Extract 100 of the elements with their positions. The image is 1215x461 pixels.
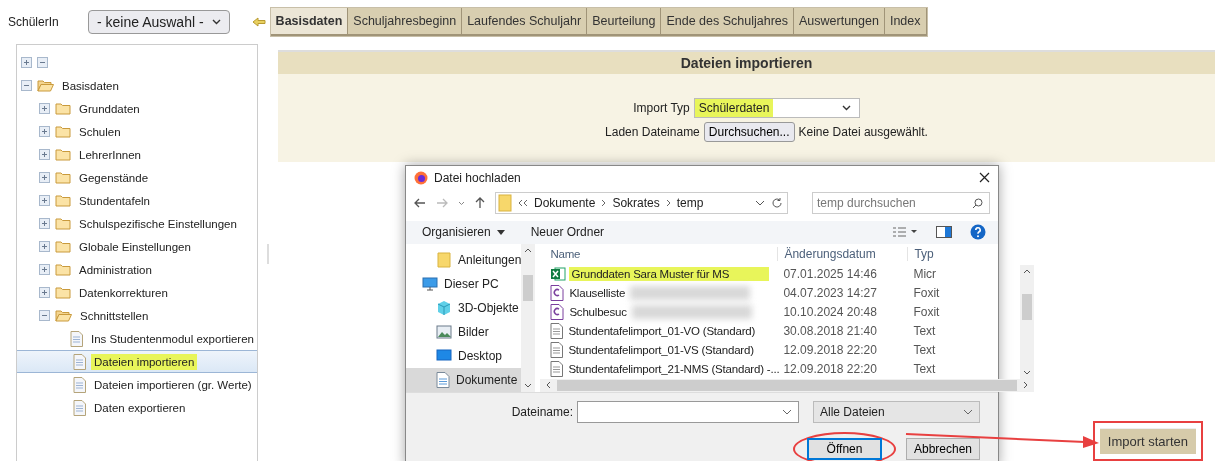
expand-icon[interactable] bbox=[39, 149, 50, 160]
column-header[interactable]: Änderungsdatum bbox=[777, 247, 908, 262]
expand-icon[interactable] bbox=[21, 57, 32, 68]
pdf-file-icon bbox=[550, 304, 565, 321]
horizontal-scrollbar[interactable] bbox=[540, 378, 1035, 392]
expand-icon[interactable] bbox=[39, 264, 50, 275]
tree-item[interactable]: Schulspezifische Einstellungen bbox=[76, 215, 240, 232]
double-chevron-icon[interactable] bbox=[518, 199, 528, 208]
help-icon[interactable] bbox=[970, 224, 986, 241]
nav-tab[interactable]: Index bbox=[884, 8, 927, 36]
column-header[interactable]: Name bbox=[540, 248, 778, 261]
path-crumb[interactable]: Sokrates bbox=[612, 196, 660, 211]
file-name[interactable]: Stundentafelimport_01-VS (Standard) bbox=[566, 343, 756, 358]
path-crumb[interactable]: Dokumente bbox=[534, 196, 596, 211]
tree-item[interactable]: Gegenstände bbox=[76, 169, 152, 186]
file-name[interactable]: Stundentafelimport_01-VO (Standard) bbox=[566, 324, 758, 339]
scroll-right-icon[interactable] bbox=[1023, 381, 1029, 390]
collapse-icon[interactable] bbox=[21, 80, 32, 91]
tree-item[interactable]: Dateien importieren bbox=[91, 353, 198, 370]
expand-icon[interactable] bbox=[39, 195, 50, 206]
filename-field[interactable] bbox=[577, 401, 799, 423]
tree-item[interactable]: Stundentafeln bbox=[76, 192, 153, 209]
import-type-select[interactable]: Schülerdaten bbox=[693, 98, 860, 118]
scrollbar[interactable] bbox=[1020, 264, 1035, 379]
tree-item[interactable]: LehrerInnen bbox=[76, 146, 145, 163]
collapse-icon[interactable] bbox=[39, 310, 50, 321]
file-name[interactable]: Klauselliste bbox=[567, 286, 628, 301]
file-name[interactable]: Grunddaten Sara Muster für MS bbox=[569, 267, 770, 282]
preview-pane-icon[interactable] bbox=[936, 226, 952, 239]
search-field[interactable]: temp durchsuchen bbox=[812, 192, 990, 215]
scroll-down-icon[interactable] bbox=[1023, 369, 1032, 375]
import-start-button[interactable]: Import starten bbox=[1099, 428, 1196, 454]
scroll-left-icon[interactable] bbox=[546, 381, 552, 390]
new-folder-button[interactable]: Neuer Ordner bbox=[530, 225, 605, 240]
nav-pane-item[interactable]: Desktop bbox=[406, 344, 522, 368]
chevron-down-icon[interactable] bbox=[782, 409, 792, 415]
organize-menu[interactable]: Organisieren bbox=[422, 225, 505, 240]
tree-item[interactable]: Globale Einstellungen bbox=[76, 238, 194, 255]
tree-item[interactable]: Administration bbox=[76, 261, 155, 278]
tree-item[interactable]: Dateien importieren (gr. Werte) bbox=[91, 376, 255, 393]
path-crumb[interactable]: temp bbox=[676, 196, 704, 211]
scroll-thumb[interactable] bbox=[1022, 293, 1033, 320]
close-icon[interactable] bbox=[979, 172, 990, 184]
tree-item[interactable]: Schnittstellen bbox=[77, 307, 152, 324]
nav-pane-item[interactable]: Dieser PC bbox=[406, 272, 522, 296]
up-arrow-icon[interactable] bbox=[475, 197, 485, 210]
nav-pane-item[interactable]: Dokumente bbox=[406, 368, 522, 392]
file-name[interactable]: Schulbesuc bbox=[567, 305, 629, 320]
cube-icon bbox=[436, 300, 452, 316]
scroll-thumb[interactable] bbox=[523, 275, 534, 301]
address-bar[interactable]: Dokumente Sokrates temp bbox=[495, 192, 788, 215]
expand-icon[interactable] bbox=[39, 218, 50, 229]
open-button[interactable]: Öffnen bbox=[807, 438, 882, 460]
chevron-down-icon bbox=[841, 105, 851, 111]
nav-tab[interactable]: Schuljahresbeginn bbox=[348, 8, 463, 36]
tree-item[interactable]: Daten exportieren bbox=[91, 399, 189, 416]
back-arrow-icon[interactable] bbox=[251, 17, 266, 27]
tree-item[interactable]: Schulen bbox=[76, 123, 124, 140]
file-name[interactable]: Stundentafelimport_21-NMS (Standard) -... bbox=[566, 362, 782, 377]
tree-item[interactable]: Grunddaten bbox=[76, 100, 143, 117]
nav-tab[interactable]: Laufendes Schuljahr bbox=[462, 8, 588, 36]
documents-icon bbox=[436, 372, 450, 388]
search-icon[interactable] bbox=[972, 197, 983, 209]
student-select[interactable]: - keine Auswahl - bbox=[88, 10, 230, 34]
collapse-icon[interactable] bbox=[37, 57, 48, 68]
tree-item[interactable]: Datenkorrekturen bbox=[76, 284, 171, 301]
nav-tab[interactable]: Ende des Schuljahres bbox=[661, 8, 794, 36]
tree-item[interactable]: Ins Studentenmodul exportieren bbox=[87, 330, 257, 347]
chevron-right-icon[interactable] bbox=[601, 199, 607, 208]
scroll-up-icon[interactable] bbox=[524, 248, 533, 253]
nav-pane-item[interactable]: Bilder bbox=[406, 320, 522, 344]
file-type-select[interactable]: Alle Dateien bbox=[813, 401, 980, 423]
nav-pane-item[interactable]: 3D-Objekte bbox=[406, 296, 522, 320]
scroll-thumb[interactable] bbox=[557, 379, 1018, 391]
nav-tab[interactable]: Beurteilung bbox=[587, 8, 662, 36]
nav-tab[interactable]: Basisdaten bbox=[270, 8, 349, 36]
expand-icon[interactable] bbox=[39, 172, 50, 183]
folder-icon bbox=[55, 171, 71, 184]
scroll-up-icon[interactable] bbox=[1023, 268, 1032, 274]
student-label: SchülerIn bbox=[8, 15, 60, 29]
back-icon[interactable] bbox=[414, 198, 426, 209]
nav-pane-item[interactable]: Anleitungen bbox=[406, 248, 522, 272]
expand-icon[interactable] bbox=[39, 103, 50, 114]
scroll-down-icon[interactable] bbox=[524, 383, 533, 388]
browse-button[interactable]: Durchsuchen... bbox=[703, 122, 795, 142]
scrollbar[interactable] bbox=[521, 244, 536, 392]
expand-icon[interactable] bbox=[39, 287, 50, 298]
view-options-icon[interactable] bbox=[892, 227, 918, 238]
cancel-button[interactable]: Abbrechen bbox=[906, 438, 980, 460]
nav-tab[interactable]: Auswertungen bbox=[794, 8, 885, 36]
chevron-down-icon[interactable] bbox=[755, 200, 765, 207]
forward-icon[interactable] bbox=[436, 198, 448, 209]
chevron-down-icon[interactable] bbox=[458, 200, 465, 206]
tree-item[interactable]: Basisdaten bbox=[59, 77, 122, 94]
column-header[interactable]: Typ bbox=[907, 247, 1021, 262]
folder-icon bbox=[55, 217, 71, 230]
chevron-right-icon[interactable] bbox=[665, 199, 671, 208]
expand-icon[interactable] bbox=[39, 126, 50, 137]
expand-icon[interactable] bbox=[39, 241, 50, 252]
refresh-icon[interactable] bbox=[771, 197, 783, 210]
